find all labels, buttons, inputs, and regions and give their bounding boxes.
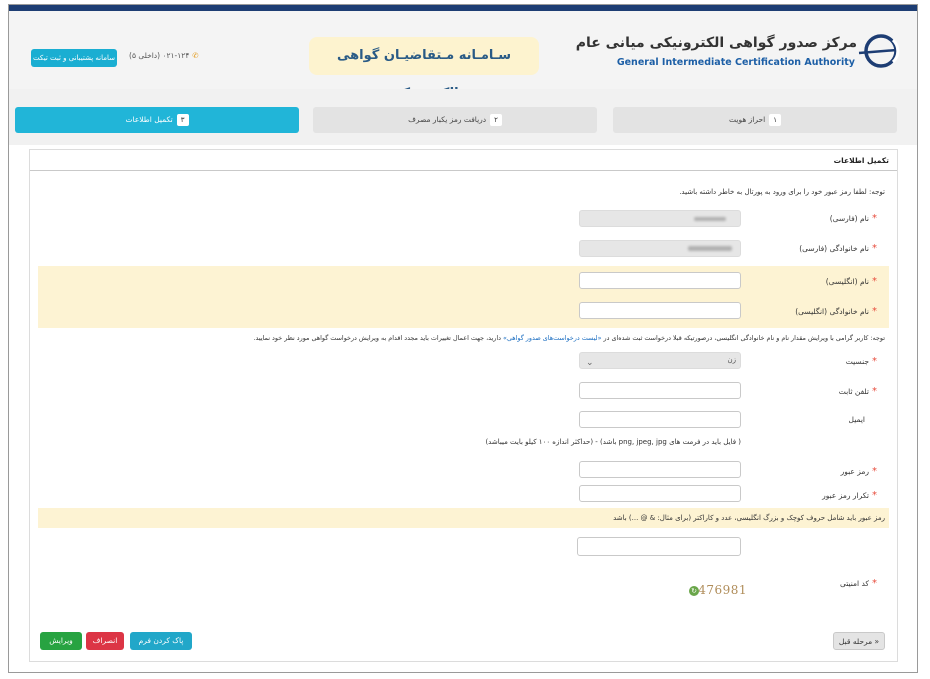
form-title: تکمیل اطلاعات — [833, 156, 889, 165]
password-repeat-label: *تکرار رمز عبور — [822, 490, 877, 501]
last-name-en-label: *نام خانوادگی (انگلیسی) — [795, 306, 877, 317]
label-text: جنسیت — [845, 357, 869, 366]
required-star: * — [872, 213, 877, 224]
notice-part: دارید، جهت اعمال تغییرات باید مجدد اقدام… — [253, 334, 501, 342]
edit-button[interactable]: ویرایش — [40, 632, 82, 650]
gender-label: *جنسیت — [846, 356, 877, 367]
first-name-fa-label: *نام (فارسی) — [830, 213, 877, 224]
english-name-edit-notice: توجه: کاربر گرامی با ویرایش مقدار نام و … — [254, 334, 885, 342]
required-star: * — [872, 490, 877, 501]
step-number: ۲ — [490, 114, 502, 126]
required-star: * — [872, 306, 877, 317]
logo-title-en: General Intermediate Certification Autho… — [616, 57, 855, 68]
password-input[interactable] — [579, 461, 741, 478]
first-name-fa-field — [579, 210, 741, 227]
label-text: نام (انگلیسی) — [825, 277, 869, 286]
last-name-fa-field — [579, 240, 741, 257]
password-repeat-input[interactable] — [579, 485, 741, 502]
english-name-band — [38, 266, 889, 328]
globe-logo-icon — [858, 34, 900, 68]
first-name-en-label: *نام (انگلیسی) — [826, 276, 877, 287]
step-label: دریافت رمز یکبار مصرف — [408, 115, 487, 124]
step-identity[interactable]: ۱احراز هویت — [613, 107, 897, 133]
previous-step-button[interactable]: « مرحله قبل — [833, 632, 885, 650]
form-card: تکمیل اطلاعات توجه: لطفا رمز عبور خود را… — [29, 149, 898, 662]
support-ticket-button[interactable]: سامانه پشتیبانی و ثبت تیکت — [31, 49, 117, 67]
password-rule-note: رمز عبور باید شامل حروف کوچک و بزرگ انگل… — [613, 514, 885, 522]
required-star: * — [872, 466, 877, 477]
step-label: تکمیل اطلاعات — [125, 115, 173, 124]
label-text: تلفن ثابت — [838, 387, 869, 396]
required-star: * — [872, 276, 877, 287]
label-text: نام خانوادگی (فارسی) — [799, 244, 869, 253]
redacted-value — [688, 246, 732, 251]
step-number: ۳ — [176, 114, 189, 126]
last-name-fa-label: *نام خانوادگی (فارسی) — [799, 243, 877, 254]
logo[interactable]: مرکز صدور گواهی الکترونیکی میانی عام Gen… — [576, 29, 903, 79]
captcha-image: 476981 — [698, 583, 747, 597]
file-format-note: ( فایل باید در فرمت های png, jpeg, jpg ب… — [485, 438, 741, 446]
gender-select[interactable]: زن ⌄ — [579, 352, 741, 369]
gender-value: زن — [727, 356, 736, 364]
label-text: رمز عبور — [840, 467, 869, 476]
step-number: ۱ — [769, 114, 781, 126]
phone-text: ۰۲۱-۱۲۴ (داخلی ۵) — [129, 51, 190, 60]
wizard-steps: ۱احراز هویت ۲دریافت رمز یکبار مصرف ۳تکمی… — [9, 89, 917, 145]
label-text: نام (فارسی) — [829, 214, 869, 223]
logo-title-fa: مرکز صدور گواهی الکترونیکی میانی عام — [575, 35, 857, 51]
certificate-requests-link[interactable]: «لیست درخواست‌های صدور گواهی» — [503, 334, 601, 342]
password-label: *رمز عبور — [841, 466, 877, 477]
label-text: کد امنیتی — [839, 579, 869, 588]
required-star: * — [872, 243, 877, 254]
last-name-en-input[interactable] — [579, 302, 741, 319]
step-complete-info[interactable]: ۳تکمیل اطلاعات — [15, 107, 299, 133]
captcha-label: *کد امنیتی — [840, 578, 877, 589]
browser-frame: مرکز صدور گواهی الکترونیکی میانی عام Gen… — [8, 4, 918, 673]
email-input[interactable] — [579, 411, 741, 428]
label-text: تکرار رمز عبور — [822, 491, 869, 500]
first-name-en-input[interactable] — [579, 272, 741, 289]
landline-input[interactable] — [579, 382, 741, 399]
phone-number: ✆۰۲۱-۱۲۴ (داخلی ۵) — [129, 51, 199, 60]
required-star: * — [872, 386, 877, 397]
email-label: ایمیل — [848, 415, 865, 424]
landline-label: *تلفن ثابت — [839, 386, 877, 397]
cancel-button[interactable]: انصراف — [86, 632, 124, 650]
chevron-down-icon: ⌄ — [586, 358, 594, 368]
captcha-input[interactable] — [577, 537, 741, 556]
phone-icon: ✆ — [192, 51, 199, 60]
step-label: احراز هویت — [729, 115, 766, 124]
refresh-captcha-icon[interactable]: ↻ — [689, 586, 699, 596]
header: مرکز صدور گواهی الکترونیکی میانی عام Gen… — [9, 11, 917, 101]
clear-form-button[interactable]: پاک کردن فرم — [130, 632, 192, 650]
notice-part: توجه: کاربر گرامی با ویرایش مقدار نام و … — [603, 334, 885, 342]
redacted-value — [694, 217, 726, 221]
step-otp[interactable]: ۲دریافت رمز یکبار مصرف — [313, 107, 597, 133]
required-star: * — [872, 578, 877, 589]
label-text: نام خانوادگی (انگلیسی) — [795, 307, 869, 316]
form-card-header: تکمیل اطلاعات — [30, 150, 897, 171]
password-notice: توجه: لطفا رمز عبور خود را برای ورود به … — [679, 188, 885, 196]
required-star: * — [872, 356, 877, 367]
app-title: سـامـانه مـتقاضیـان گواهی الکترونیکی — [309, 37, 539, 101]
